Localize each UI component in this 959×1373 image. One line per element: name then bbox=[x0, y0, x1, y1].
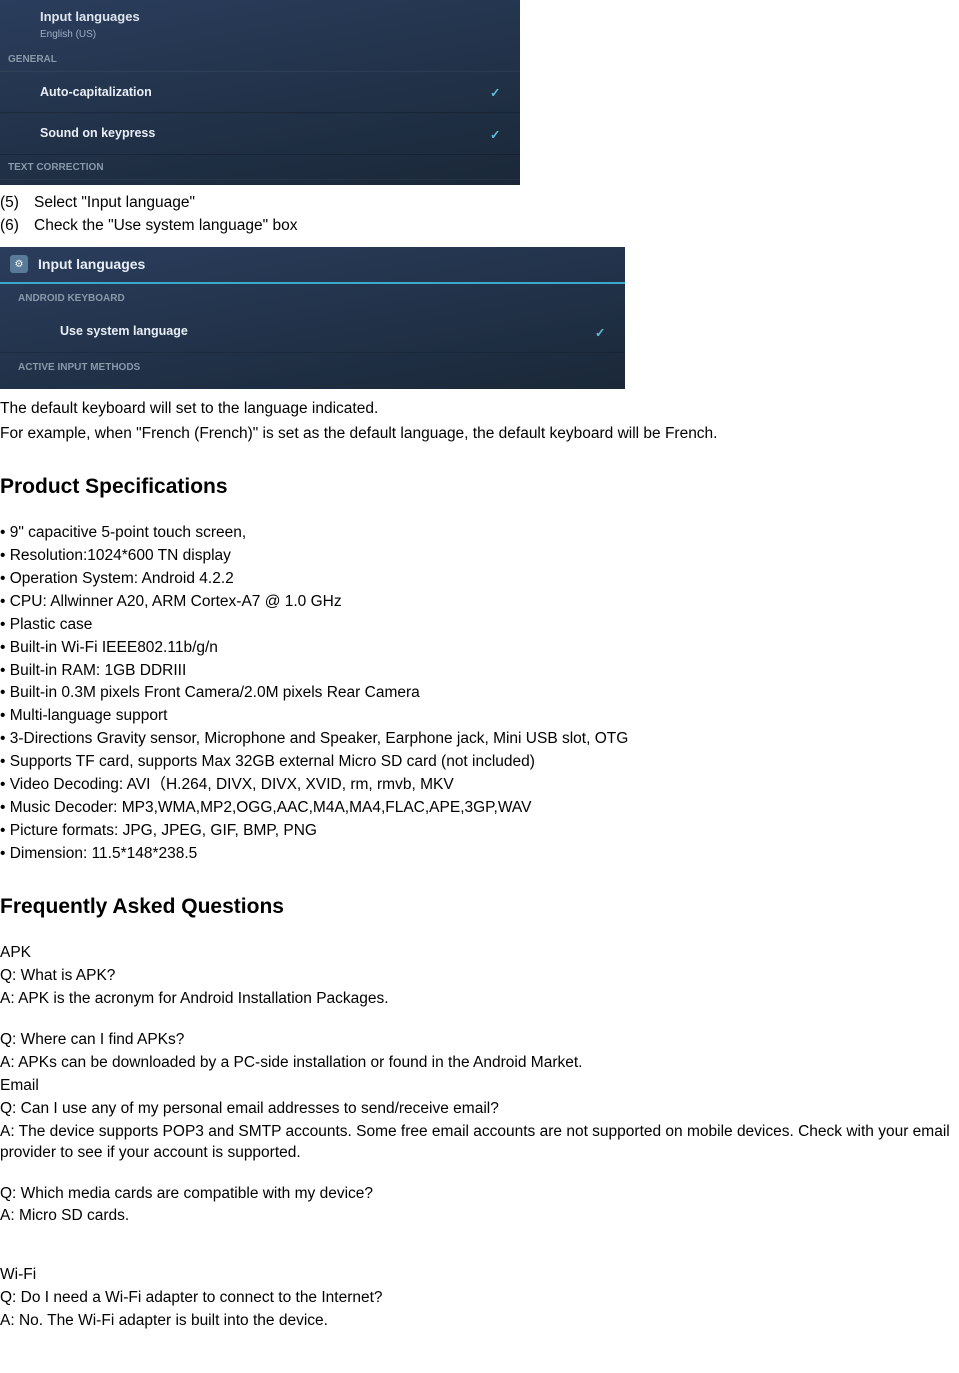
input-languages-sub: English (US) bbox=[0, 28, 520, 48]
faq-topic-wifi: Wi-Fi bbox=[0, 1265, 959, 1286]
faq-answer: A: APKs can be downloaded by a PC-side i… bbox=[0, 1053, 959, 1074]
paragraph-french-example: For example, when "French (French)" is s… bbox=[0, 424, 959, 445]
auto-capitalization-row: Auto-capitalization ✓ bbox=[0, 72, 520, 114]
section-text-correction: TEXT CORRECTION bbox=[0, 155, 520, 180]
spec-item: • Multi-language support bbox=[0, 706, 959, 727]
section-general: GENERAL bbox=[0, 47, 520, 72]
spec-item: • Music Decoder: MP3,WMA,MP2,OGG,AAC,M4A… bbox=[0, 798, 959, 819]
spec-item: • Dimension: 11.5*148*238.5 bbox=[0, 844, 959, 865]
spec-item: • Video Decoding: AVI（H.264, DIVX, DIVX,… bbox=[0, 775, 959, 796]
section-android-keyboard: ANDROID KEYBOARD bbox=[0, 284, 625, 312]
check-icon: ✓ bbox=[490, 85, 504, 99]
screenshot2-header: ⚙ Input languages bbox=[0, 247, 625, 284]
heading-faq: Frequently Asked Questions bbox=[0, 893, 959, 921]
faq-question: Q: Can I use any of my personal email ad… bbox=[0, 1099, 959, 1120]
use-system-language-label: Use system language bbox=[60, 323, 188, 340]
faq-answer: A: Micro SD cards. bbox=[0, 1206, 959, 1227]
paragraph-default-keyboard: The default keyboard will set to the lan… bbox=[0, 399, 959, 420]
faq-topic-email: Email bbox=[0, 1076, 959, 1097]
steps-list: (5) Select "Input language" (6) Check th… bbox=[0, 193, 959, 237]
spec-item: • Supports TF card, supports Max 32GB ex… bbox=[0, 752, 959, 773]
faq-topic-apk: APK bbox=[0, 943, 959, 964]
spec-item: • 3-Directions Gravity sensor, Microphon… bbox=[0, 729, 959, 750]
spec-item: • Resolution:1024*600 TN display bbox=[0, 546, 959, 567]
faq-section: APK Q: What is APK? A: APK is the acrony… bbox=[0, 943, 959, 1332]
check-icon: ✓ bbox=[490, 127, 504, 141]
faq-answer: A: APK is the acronym for Android Instal… bbox=[0, 989, 959, 1010]
faq-answer: A: The device supports POP3 and SMTP acc… bbox=[0, 1122, 959, 1164]
spec-item: • Picture formats: JPG, JPEG, GIF, BMP, … bbox=[0, 821, 959, 842]
spec-item: • CPU: Allwinner A20, ARM Cortex-A7 @ 1.… bbox=[0, 592, 959, 613]
specifications-list: • 9" capacitive 5-point touch screen, • … bbox=[0, 523, 959, 865]
spec-item: • Plastic case bbox=[0, 615, 959, 636]
step-6: (6) Check the "Use system language" box bbox=[0, 216, 959, 237]
spec-item: • Built-in Wi-Fi IEEE802.11b/g/n bbox=[0, 638, 959, 659]
faq-question: Q: Do I need a Wi-Fi adapter to connect … bbox=[0, 1288, 959, 1309]
step-5: (5) Select "Input language" bbox=[0, 193, 959, 214]
spec-item: • Operation System: Android 4.2.2 bbox=[0, 569, 959, 590]
input-languages-row: Input languages bbox=[0, 0, 520, 30]
sound-keypress-row: Sound on keypress ✓ bbox=[0, 113, 520, 155]
spec-item: • Built-in RAM: 1GB DDRIII bbox=[0, 661, 959, 682]
auto-capitalization-label: Auto-capitalization bbox=[40, 84, 152, 101]
step-number: (6) bbox=[0, 216, 34, 237]
check-icon: ✓ bbox=[595, 325, 609, 339]
step-number: (5) bbox=[0, 193, 34, 214]
screenshot2-title: Input languages bbox=[38, 255, 145, 274]
use-system-language-row: Use system language ✓ bbox=[0, 311, 625, 353]
faq-question: Q: Which media cards are compatible with… bbox=[0, 1184, 959, 1205]
sound-keypress-label: Sound on keypress bbox=[40, 125, 155, 142]
step-text: Select "Input language" bbox=[34, 193, 195, 214]
faq-question: Q: What is APK? bbox=[0, 966, 959, 987]
faq-answer: A: No. The Wi-Fi adapter is built into t… bbox=[0, 1311, 959, 1332]
faq-question: Q: Where can I find APKs? bbox=[0, 1030, 959, 1051]
settings-icon: ⚙ bbox=[10, 255, 28, 273]
input-languages-label: Input languages bbox=[40, 8, 140, 26]
heading-product-specifications: Product Specifications bbox=[0, 473, 959, 501]
settings-screenshot-2: ⚙ Input languages ANDROID KEYBOARD Use s… bbox=[0, 247, 625, 389]
spec-item: • 9" capacitive 5-point touch screen, bbox=[0, 523, 959, 544]
settings-screenshot-1: Input languages English (US) GENERAL Aut… bbox=[0, 0, 520, 185]
spec-item: • Built-in 0.3M pixels Front Camera/2.0M… bbox=[0, 683, 959, 704]
section-active-input-methods: ACTIVE INPUT METHODS bbox=[0, 353, 625, 381]
step-text: Check the "Use system language" box bbox=[34, 216, 297, 237]
